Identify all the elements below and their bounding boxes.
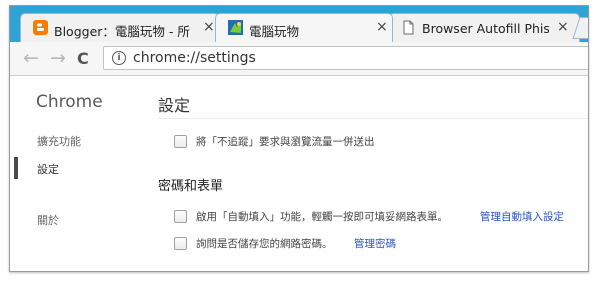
- tab-label: 電腦玩物: [249, 24, 300, 39]
- tab-label: Browser Autofill Phishir: [422, 21, 549, 36]
- blogger-icon: [33, 20, 48, 35]
- forward-button[interactable]: →: [50, 48, 66, 68]
- dnt-checkbox[interactable]: [174, 135, 187, 148]
- page-icon: [401, 20, 416, 35]
- section-title: 密碼和表單: [158, 179, 224, 194]
- manage-passwords-link[interactable]: 管理密碼: [354, 236, 396, 251]
- autofill-checkbox[interactable]: [174, 210, 187, 223]
- app-title: Chrome: [36, 92, 103, 112]
- site-icon: [228, 20, 243, 35]
- sidebar-item-settings[interactable]: 設定: [37, 161, 59, 177]
- tab-close-icon[interactable]: ×: [376, 19, 388, 35]
- settings-page: Chrome 擴充功能 設定 關於 設定 將「不追蹤」要求與瀏覽流量一併送出 密…: [10, 76, 588, 271]
- sidebar-item-about[interactable]: 關於: [37, 212, 59, 228]
- info-icon[interactable]: i: [112, 51, 126, 65]
- divider: [158, 118, 588, 119]
- toolbar: ← → C i chrome://settings: [10, 42, 588, 76]
- tab-label: Blogger：電腦玩物 - 所: [54, 24, 190, 39]
- manage-autofill-link[interactable]: 管理自動填入設定: [480, 209, 564, 224]
- page-title: 設定: [158, 96, 191, 115]
- tab-browser-autofill[interactable]: Browser Autofill Phishir ×: [388, 13, 580, 42]
- selected-indicator: [14, 157, 18, 179]
- autofill-label: 啟用「自動填入」功能，輕觸一按即可填妥網路表單。: [196, 211, 448, 223]
- tab-blogger[interactable]: Blogger：電腦玩物 - 所 ×: [20, 13, 220, 42]
- address-bar[interactable]: i chrome://settings: [103, 46, 588, 70]
- tab-dnwanwu[interactable]: 電腦玩物 ×: [215, 13, 393, 42]
- tab-close-icon[interactable]: ×: [557, 19, 569, 35]
- passwords-label: 詢問是否儲存您的網路密碼。: [196, 238, 333, 250]
- url-text: chrome://settings: [133, 50, 256, 66]
- dnt-label: 將「不追蹤」要求與瀏覽流量一併送出: [196, 136, 375, 148]
- back-button[interactable]: ←: [23, 48, 39, 68]
- passwords-checkbox[interactable]: [174, 237, 187, 250]
- sidebar-item-extensions[interactable]: 擴充功能: [37, 133, 81, 149]
- reload-button[interactable]: C: [77, 49, 89, 69]
- tab-close-icon[interactable]: ×: [203, 19, 215, 35]
- tab-strip: Blogger：電腦玩物 - 所 × 電腦玩物 × Browser Autofi…: [10, 6, 588, 42]
- browser-window: Blogger：電腦玩物 - 所 × 電腦玩物 × Browser Autofi…: [9, 5, 589, 272]
